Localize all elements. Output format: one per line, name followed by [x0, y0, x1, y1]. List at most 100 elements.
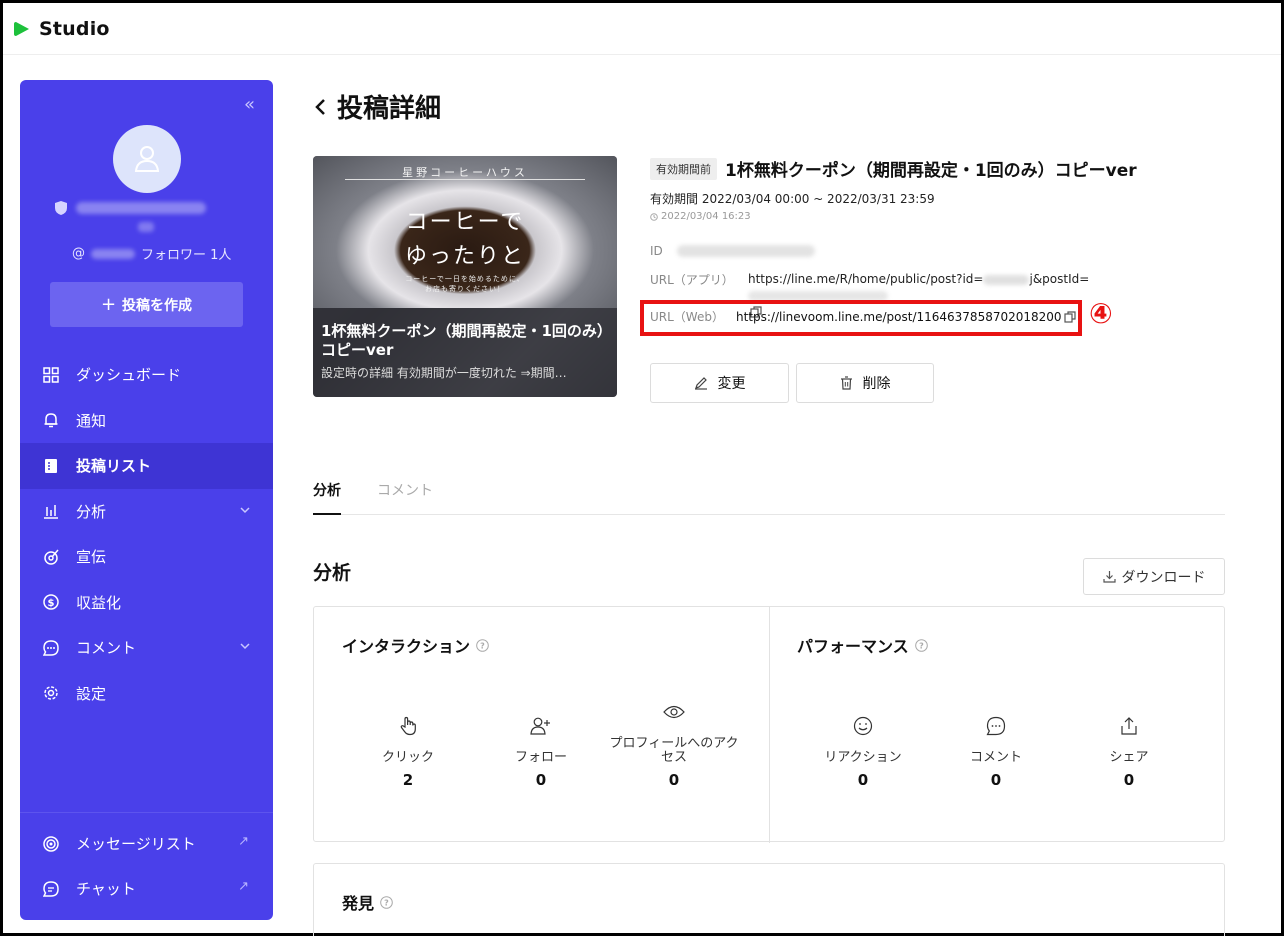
delete-button-label: 削除 — [862, 376, 891, 392]
delete-button[interactable]: 削除 — [796, 363, 934, 403]
interaction-title: インタラクション — [342, 637, 471, 656]
clock-icon — [650, 212, 658, 221]
id-row: ID — [650, 244, 1225, 258]
bell-icon — [42, 411, 60, 429]
sidebar-item-monetization[interactable]: $ 収益化 — [20, 580, 273, 626]
metrics-card: インタラクション ? クリック 2 フォロー 0 プロフィールへのアクセス 0 … — [313, 606, 1225, 843]
user-icon — [134, 146, 160, 172]
account-name-row — [54, 200, 206, 216]
help-icon[interactable]: ? — [476, 638, 489, 652]
download-button[interactable]: ダウンロード — [1083, 558, 1225, 595]
bar-chart-icon — [42, 502, 60, 520]
sidebar-item-comments[interactable]: コメント — [20, 625, 273, 671]
section-title: 分析 — [313, 562, 352, 584]
metric-follow: フォロー 0 — [474, 715, 608, 789]
post-info: 有効期間前 1杯無料クーポン（期間再設定・1回のみ）コピーver 有効期間 20… — [640, 156, 1225, 403]
thumbnail-catch-2: ゆったりと — [404, 244, 525, 269]
edit-button[interactable]: 変更 — [650, 363, 789, 403]
thumbnail-title: 1杯無料クーポン（期間再設定・1回のみ）コピーver — [321, 322, 605, 359]
url-app-part-2: j&postId= — [1029, 272, 1090, 286]
tab-comments[interactable]: コメント — [377, 478, 433, 514]
app-name: Studio — [39, 17, 110, 40]
post-thumbnail[interactable]: 星野コーヒーハウス コーヒーで ゆったりと コーヒーで一日を始めるために、 お店… — [313, 156, 617, 397]
metric-label: シェア — [1109, 750, 1149, 765]
share-icon — [1062, 715, 1196, 737]
tab-analysis[interactable]: 分析 — [313, 478, 341, 515]
created-date-row: 2022/03/04 16:23 — [650, 211, 1225, 222]
smile-icon — [796, 715, 930, 737]
sidebar-item-settings[interactable]: 設定 — [20, 671, 273, 717]
handle-prefix: @ — [72, 246, 85, 261]
sidebar-item-chat[interactable]: チャット ↗ — [20, 866, 273, 911]
plus-icon: + — [100, 294, 117, 315]
target-icon — [42, 548, 60, 566]
chevron-down-icon[interactable] — [239, 640, 251, 652]
create-post-button[interactable]: + 投稿を作成 — [50, 282, 243, 327]
collapse-sidebar-icon[interactable]: « — [244, 94, 255, 115]
back-chevron-icon[interactable] — [313, 96, 329, 118]
thumbnail-small-text: コーヒーで一日を始めるために、 お店も寄りください！ — [313, 274, 617, 294]
sidebar-item-label: 収益化 — [76, 593, 122, 612]
discovery-title: 発見 — [342, 894, 375, 913]
help-icon[interactable]: ? — [914, 638, 928, 652]
annotation-marker: ④ — [1089, 297, 1113, 330]
grid-icon — [42, 366, 60, 384]
thumbnail-catch-1: コーヒーで — [405, 210, 525, 235]
metric-value: 0 — [857, 771, 869, 789]
top-bar: Studio — [3, 3, 1281, 55]
post-title: 1杯無料クーポン（期間再設定・1回のみ）コピーver — [725, 161, 1137, 181]
sidebar-item-notifications[interactable]: 通知 — [20, 398, 273, 444]
account-name-redacted — [76, 202, 206, 214]
trash-icon — [840, 376, 852, 390]
metric-value: 0 — [990, 771, 1002, 789]
gear-icon — [42, 684, 60, 702]
sidebar-item-label: 設定 — [76, 684, 107, 703]
external-link-icon: ↗ — [238, 879, 249, 894]
metric-reaction: リアクション 0 — [796, 715, 930, 789]
created-date: 2022/03/04 16:23 — [661, 211, 751, 222]
title-row: 有効期間前 1杯無料クーポン（期間再設定・1回のみ）コピーver — [650, 156, 1225, 181]
chat-bubble-icon — [42, 880, 60, 898]
sidebar-item-promotion[interactable]: 宣伝 — [20, 534, 273, 580]
eye-icon — [607, 701, 741, 723]
highlight-box — [640, 300, 1082, 336]
sidebar-item-label: 投稿リスト — [76, 457, 152, 476]
svg-text:?: ? — [919, 641, 924, 650]
sidebar-item-analytics[interactable]: 分析 — [20, 489, 273, 535]
metric-comment: コメント 0 — [929, 715, 1063, 789]
sidebar-item-message-list[interactable]: メッセージリスト ↗ — [20, 821, 273, 866]
sidebar-item-post-list[interactable]: 投稿リスト — [20, 443, 273, 489]
help-icon[interactable]: ? — [380, 895, 393, 909]
metric-value: 2 — [402, 771, 414, 789]
chevron-down-icon[interactable] — [239, 504, 251, 516]
card-divider — [769, 607, 770, 843]
discovery-card: 発見 ? — [313, 863, 1225, 936]
metric-label: フォロー — [514, 750, 567, 765]
shield-icon — [55, 201, 67, 215]
metric-label: プロフィールへのアクセス — [609, 736, 739, 765]
account-name-redacted-2 — [138, 222, 154, 232]
sidebar: « @ フォロワー 1人 + 投稿を作成 ダッシュボード 通知 投稿リスト 分析 — [20, 80, 273, 920]
studio-logo-icon — [14, 21, 29, 36]
thumbnail-small-1: コーヒーで一日を始めるために、 — [405, 275, 525, 283]
interaction-heading: インタラクション ? — [342, 633, 489, 657]
sidebar-item-label: チャット — [76, 880, 136, 898]
edit-button-label: 変更 — [717, 376, 746, 392]
thumbnail-description: 設定時の詳細 有効期間が一度切れた ⇒期間… — [321, 366, 567, 380]
thumbnail-brand: 星野コーヒーハウス — [402, 166, 528, 179]
svg-text:$: $ — [48, 598, 55, 609]
action-buttons: 変更 削除 — [650, 363, 934, 403]
avatar[interactable] — [113, 125, 181, 193]
chat-icon — [42, 639, 60, 657]
performance-title: パフォーマンス — [797, 637, 909, 656]
download-label: ダウンロード — [1121, 569, 1206, 586]
sidebar-item-dashboard[interactable]: ダッシュボード — [20, 352, 273, 398]
sidebar-item-label: コメント — [76, 639, 137, 658]
discovery-heading: 発見 ? — [342, 890, 393, 914]
person-add-icon — [474, 715, 608, 737]
metric-label: クリック — [381, 750, 434, 765]
dollar-icon: $ — [42, 593, 60, 611]
metric-profile-access: プロフィールへのアクセス 0 — [607, 701, 741, 789]
thumbnail-divider — [345, 179, 585, 180]
create-post-label: 投稿を作成 — [122, 297, 193, 314]
